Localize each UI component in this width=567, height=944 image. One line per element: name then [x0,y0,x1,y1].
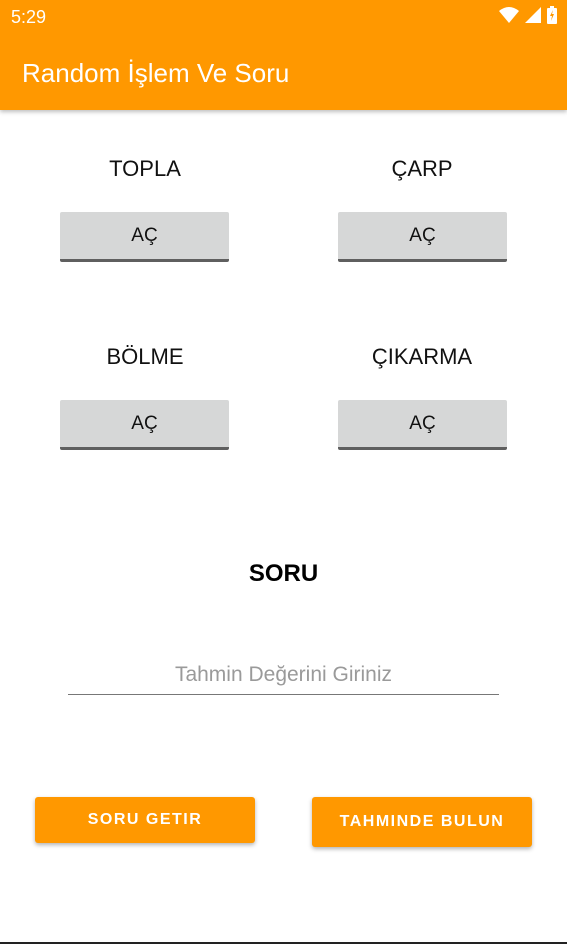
battery-icon [547,6,557,24]
operation-label-carp: ÇARP [391,156,453,181]
signal-icon [525,7,541,23]
open-topla-button[interactable]: AÇ [60,212,229,262]
get-question-button[interactable]: SORU GETIR [35,797,255,843]
operation-label-topla: TOPLA [109,156,181,181]
question-text: SORU [248,560,319,587]
wifi-icon [499,7,519,23]
app-bar: 5:29 Random İşlem Ve Soru [0,0,567,110]
app-title: Random İşlem Ve Soru [22,58,290,88]
find-guess-button[interactable]: TAHMINDE BULUN [312,797,532,847]
operation-label-cikarma: ÇIKARMA [371,344,473,369]
open-carp-button[interactable]: AÇ [338,212,507,262]
status-icons [499,6,557,24]
operation-label-bolme: BÖLME [106,344,184,369]
open-cikarma-button[interactable]: AÇ [338,400,507,450]
guess-input[interactable] [68,656,499,695]
status-time: 5:29 [11,7,47,27]
open-bolme-button[interactable]: AÇ [60,400,229,450]
